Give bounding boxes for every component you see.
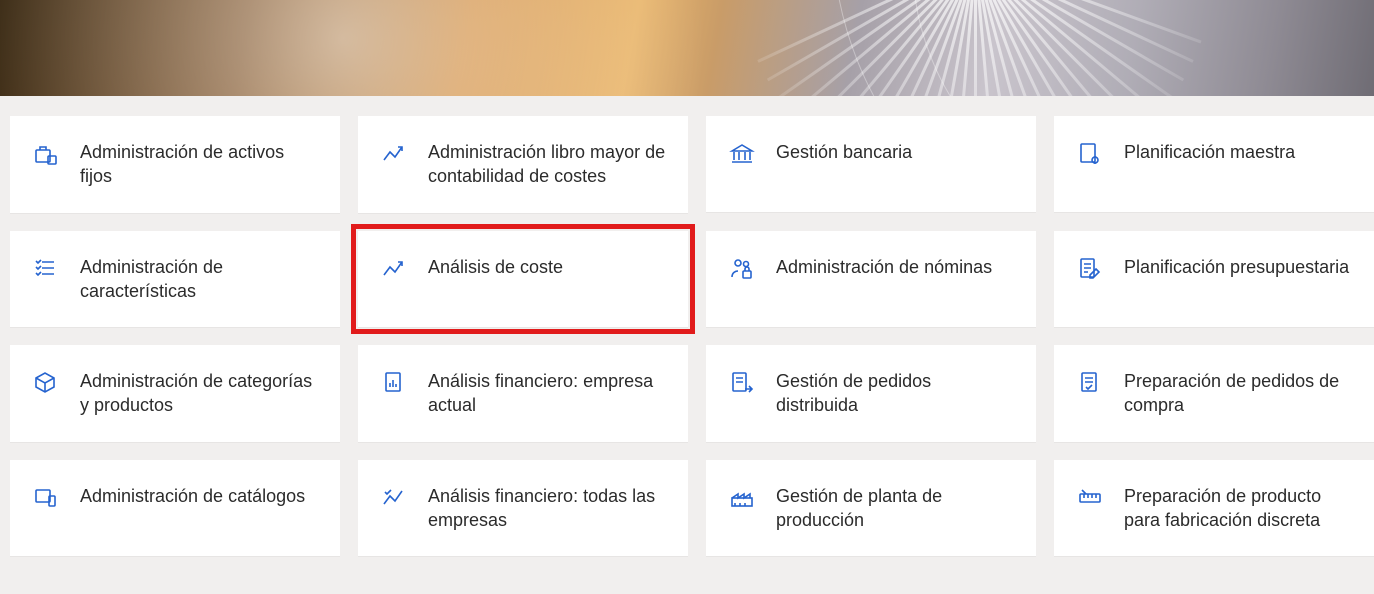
module-card[interactable]: Planificación presupuestaria (1054, 231, 1374, 327)
module-card-label: Administración de características (80, 255, 318, 304)
module-card[interactable]: Administración de catálogos (10, 460, 340, 556)
module-grid: Administración de activos fijos Administr… (0, 96, 1374, 556)
module-card-label: Análisis financiero: todas las empresas (428, 484, 666, 533)
module-card[interactable]: Análisis de coste (358, 231, 688, 327)
people-lock-icon (728, 255, 756, 283)
module-card[interactable]: Gestión bancaria (706, 116, 1036, 212)
doc-bar-icon (380, 369, 408, 397)
module-card[interactable]: Gestión de planta de producción (706, 460, 1036, 557)
module-card-label: Análisis financiero: empresa actual (428, 369, 666, 418)
module-card-label: Gestión de planta de producción (776, 484, 1014, 533)
module-card[interactable]: Administración de características (10, 231, 340, 328)
checklist-icon (32, 255, 60, 283)
module-card[interactable]: Administración libro mayor de contabilid… (358, 116, 688, 213)
chart-up-icon (380, 140, 408, 168)
module-card-label: Gestión bancaria (776, 140, 912, 164)
module-card-label: Análisis de coste (428, 255, 563, 279)
module-card-label: Preparación de pedidos de compra (1124, 369, 1362, 418)
module-card[interactable]: Planificación maestra (1054, 116, 1374, 212)
module-card-label: Planificación maestra (1124, 140, 1295, 164)
module-card-label: Administración libro mayor de contabilid… (428, 140, 666, 189)
doc-check-icon (1076, 369, 1104, 397)
box-icon (32, 369, 60, 397)
device-icon (32, 484, 60, 512)
module-card-label: Administración de activos fijos (80, 140, 318, 189)
doc-gear-icon (1076, 140, 1104, 168)
module-card-label: Administración de categorías y productos (80, 369, 318, 418)
module-card-label: Administración de catálogos (80, 484, 305, 508)
module-card[interactable]: Administración de nóminas (706, 231, 1036, 327)
module-card[interactable]: Análisis financiero: todas las empresas (358, 460, 688, 557)
module-card-label: Planificación presupuestaria (1124, 255, 1349, 279)
module-card[interactable]: Preparación de pedidos de compra (1054, 345, 1374, 442)
module-card[interactable]: Administración de categorías y productos (10, 345, 340, 442)
hero-banner (0, 0, 1374, 96)
chart-up-icon (380, 255, 408, 283)
factory-icon (728, 484, 756, 512)
module-card[interactable]: Gestión de pedidos distribuida (706, 345, 1036, 442)
module-card[interactable]: Análisis financiero: empresa actual (358, 345, 688, 442)
module-card-label: Preparación de producto para fabricación… (1124, 484, 1362, 533)
doc-pencil-icon (1076, 255, 1104, 283)
module-card[interactable]: Administración de activos fijos (10, 116, 340, 213)
assets-icon (32, 140, 60, 168)
ruler-icon (1076, 484, 1104, 512)
module-card-label: Gestión de pedidos distribuida (776, 369, 1014, 418)
bank-icon (728, 140, 756, 168)
doc-arrow-icon (728, 369, 756, 397)
chart-check-icon (380, 484, 408, 512)
module-card-label: Administración de nóminas (776, 255, 992, 279)
hero-decoration (624, 0, 1324, 96)
module-card[interactable]: Preparación de producto para fabricación… (1054, 460, 1374, 557)
